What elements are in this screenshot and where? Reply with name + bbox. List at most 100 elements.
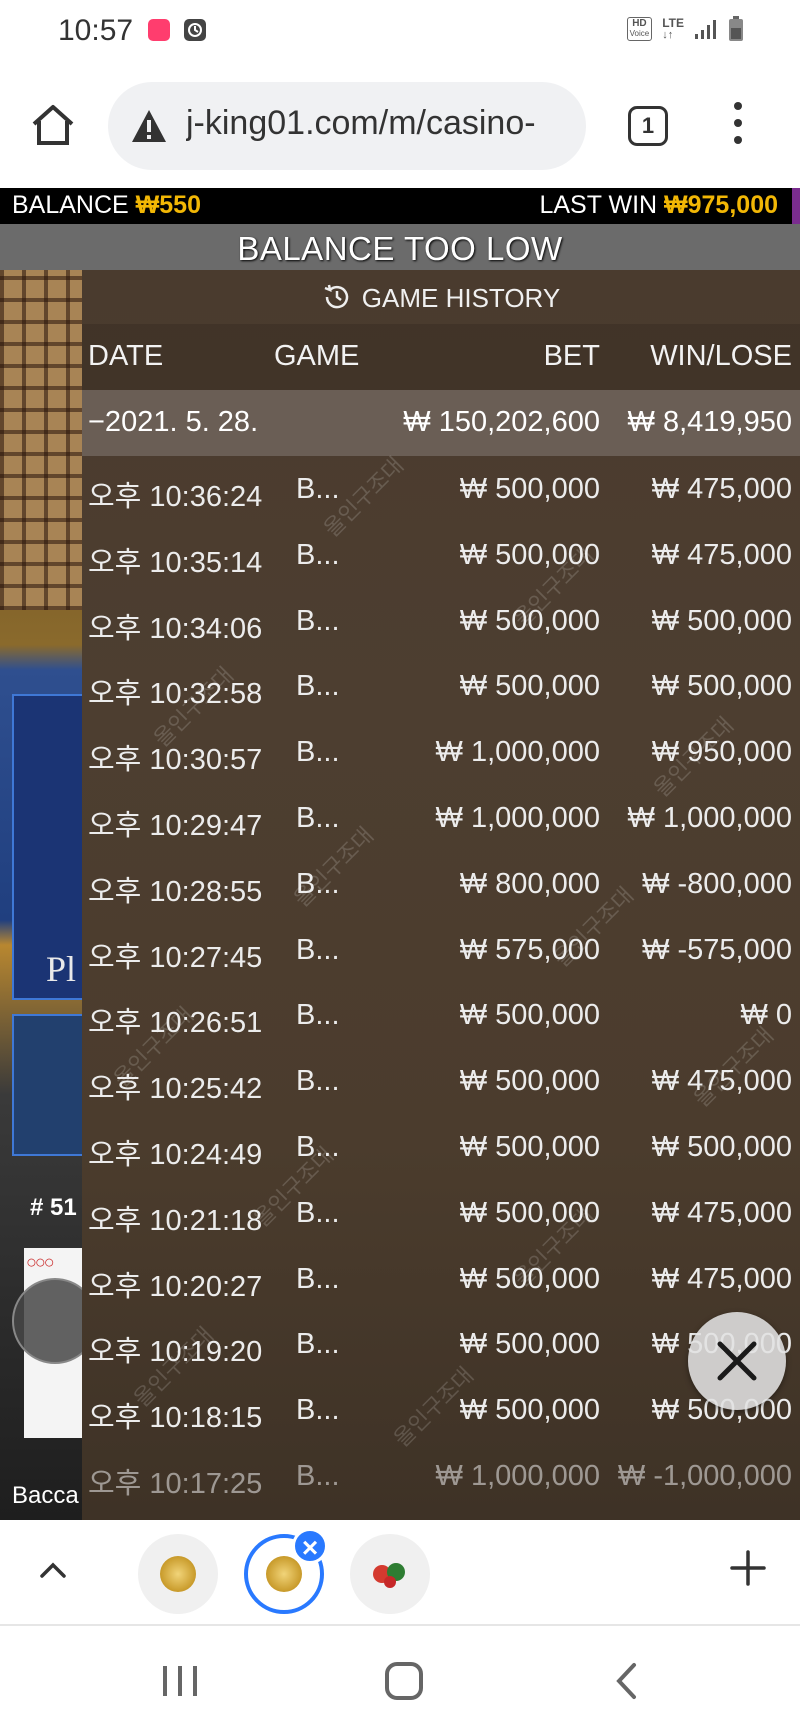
row-bet: ₩ 500,000 [459,1065,600,1098]
row-bet: ₩ 1,000,000 [435,736,600,769]
row-game: B... [296,1065,340,1098]
casino-emblem-icon [266,1556,302,1592]
home-icon[interactable] [30,102,76,148]
row-game: B... [296,1328,340,1361]
battery-icon [729,16,743,41]
row-winlose: ₩ 500,000 [651,670,792,703]
row-winlose: ₩ 500,000 [651,604,792,637]
table-row[interactable]: 오후 10:26:51 B... ₩ 500,000 ₩ 0 [82,982,800,1048]
url-text[interactable]: j-king01.com/m/casino- [186,104,574,143]
row-winlose: ₩ 475,000 [651,538,792,571]
table-row[interactable]: 오후 10:35:14 B... ₩ 500,000 ₩ 475,000 [82,522,800,588]
table-row[interactable]: 오후 10:32:58 B... ₩ 500,000 ₩ 500,000 [82,653,800,719]
balance-label: BALANCE [12,191,129,219]
row-bet: ₩ 500,000 [459,1328,600,1361]
recent-apps-icon[interactable] [160,1664,200,1698]
summary-date: −2021. 5. 28. [88,406,259,438]
last-win-label: LAST WIN [539,191,658,219]
row-winlose: ₩ 475,000 [651,1196,792,1229]
more-menu-icon[interactable] [728,102,748,150]
table-row[interactable]: 오후 10:24:49 B... ₩ 500,000 ₩ 500,000 [82,1114,800,1180]
row-winlose: ₩ -575,000 [642,933,792,966]
row-time: 오후 10:34:06 [88,612,263,645]
column-date: DATE [88,340,164,372]
history-icon [324,284,349,309]
row-time: 오후 10:19:20 [88,1336,263,1369]
background-panel [12,1014,88,1156]
table-row[interactable]: 오후 10:30:57 B... ₩ 1,000,000 ₩ 950,000 [82,719,800,785]
balance-strip: BALANCE ₩550 LAST WIN ₩975,000 [0,188,800,224]
tab-switcher-button[interactable]: 1 [628,106,668,146]
row-time: 오후 10:21:18 [88,1204,263,1237]
warning-icon[interactable] [130,108,168,144]
tab-group-item-1[interactable] [138,1534,218,1614]
table-row[interactable]: 오후 10:34:06 B... ₩ 500,000 ₩ 500,000 [82,588,800,654]
balance-warning-banner: BALANCE TOO LOW [0,224,800,270]
status-indicators: HD Voice LTE ↓↑ [626,16,744,42]
row-winlose: ₩ 475,000 [651,1065,792,1098]
row-bet: ₩ 500,000 [459,538,600,571]
row-game: B... [296,1130,340,1163]
row-winlose: ₩ 0 [740,999,792,1032]
back-icon[interactable] [612,1662,642,1700]
chevron-up-icon[interactable] [38,1556,68,1586]
summary-bet: ₩ 150,202,600 [403,406,600,438]
hd-label: HD [632,18,647,29]
table-row[interactable]: 오후 10:25:42 B... ₩ 500,000 ₩ 475,000 [82,1048,800,1114]
row-time: 오후 10:26:51 [88,1007,263,1040]
row-time: 오후 10:17:25 [88,1467,263,1500]
add-tab-icon[interactable] [728,1548,768,1588]
row-bet: ₩ 500,000 [459,1394,600,1427]
balance-value: ₩550 [135,191,201,219]
row-game: B... [296,1394,340,1427]
table-row[interactable]: 오후 10:21:18 B... ₩ 500,000 ₩ 475,000 [82,1180,800,1246]
history-title-text: GAME HISTORY [361,283,561,313]
row-time: 오후 10:28:55 [88,875,263,908]
row-winlose: ₩ -1,000,000 [617,1459,792,1492]
row-time: 오후 10:25:42 [88,1073,263,1106]
row-game: B... [296,999,340,1032]
row-time: 오후 10:27:45 [88,941,263,974]
table-row[interactable]: 오후 10:20:27 B... ₩ 500,000 ₩ 475,000 [82,1246,800,1312]
status-bar: 10:57 HD Voice LTE ↓↑ [0,0,800,62]
row-game: B... [296,933,340,966]
history-date-summary-row[interactable]: −2021. 5. 28. ₩ 150,202,600 ₩ 8,419,950 [82,390,800,456]
address-bar[interactable]: j-king01.com/m/casino- [108,82,586,170]
table-row[interactable]: 오후 10:29:47 B... ₩ 1,000,000 ₩ 1,000,000 [82,785,800,851]
column-game: GAME [274,340,360,372]
row-game: B... [296,801,340,834]
table-row[interactable]: 오후 10:27:45 B... ₩ 575,000 ₩ -575,000 [82,917,800,983]
lte-label: LTE [662,16,684,30]
row-bet: ₩ 575,000 [459,933,600,966]
row-bet: ₩ 500,000 [459,473,600,505]
row-time: 오후 10:24:49 [88,1138,263,1171]
row-winlose: ₩ -800,000 [642,867,792,900]
game-icon [373,1563,405,1588]
nav-home-icon[interactable] [385,1662,423,1700]
column-winlose: WIN/LOSE [650,340,792,372]
row-game: B... [296,670,340,703]
balance-warning-text: BALANCE TOO LOW [237,230,563,267]
casino-emblem-icon [160,1556,196,1592]
table-row[interactable]: 오후 10:17:25 B... ₩ 1,000,000 ₩ -1,000,000 [82,1443,800,1509]
row-game: B... [296,1459,340,1492]
close-icon [717,1341,757,1381]
row-winlose: ₩ 500,000 [651,1130,792,1163]
tab-group-item-3[interactable] [350,1534,430,1614]
close-history-button[interactable] [688,1312,786,1410]
row-time: 오후 10:35:14 [88,546,263,579]
row-bet: ₩ 500,000 [459,604,600,637]
row-bet: ₩ 500,000 [459,1130,600,1163]
background-table-number: # 51 [30,1194,77,1221]
table-row[interactable]: 오후 10:28:55 B... ₩ 800,000 ₩ -800,000 [82,851,800,917]
lte-icon: LTE ↓↑ [662,16,684,41]
row-winlose: ₩ 475,000 [651,473,792,505]
web-content: Pl # 51 ○○○ Bacca BALANCE ₩550 LAST WIN … [0,188,800,1520]
row-bet: ₩ 500,000 [459,1196,600,1229]
row-game: B... [296,736,340,769]
row-game: B... [296,1196,340,1229]
table-row[interactable]: 오후 10:36:24 B... ₩ 500,000 ₩ 475,000 [82,456,800,522]
row-time: 오후 10:30:57 [88,744,263,777]
row-bet: ₩ 500,000 [459,1262,600,1295]
close-tab-icon[interactable]: × [292,1528,328,1564]
